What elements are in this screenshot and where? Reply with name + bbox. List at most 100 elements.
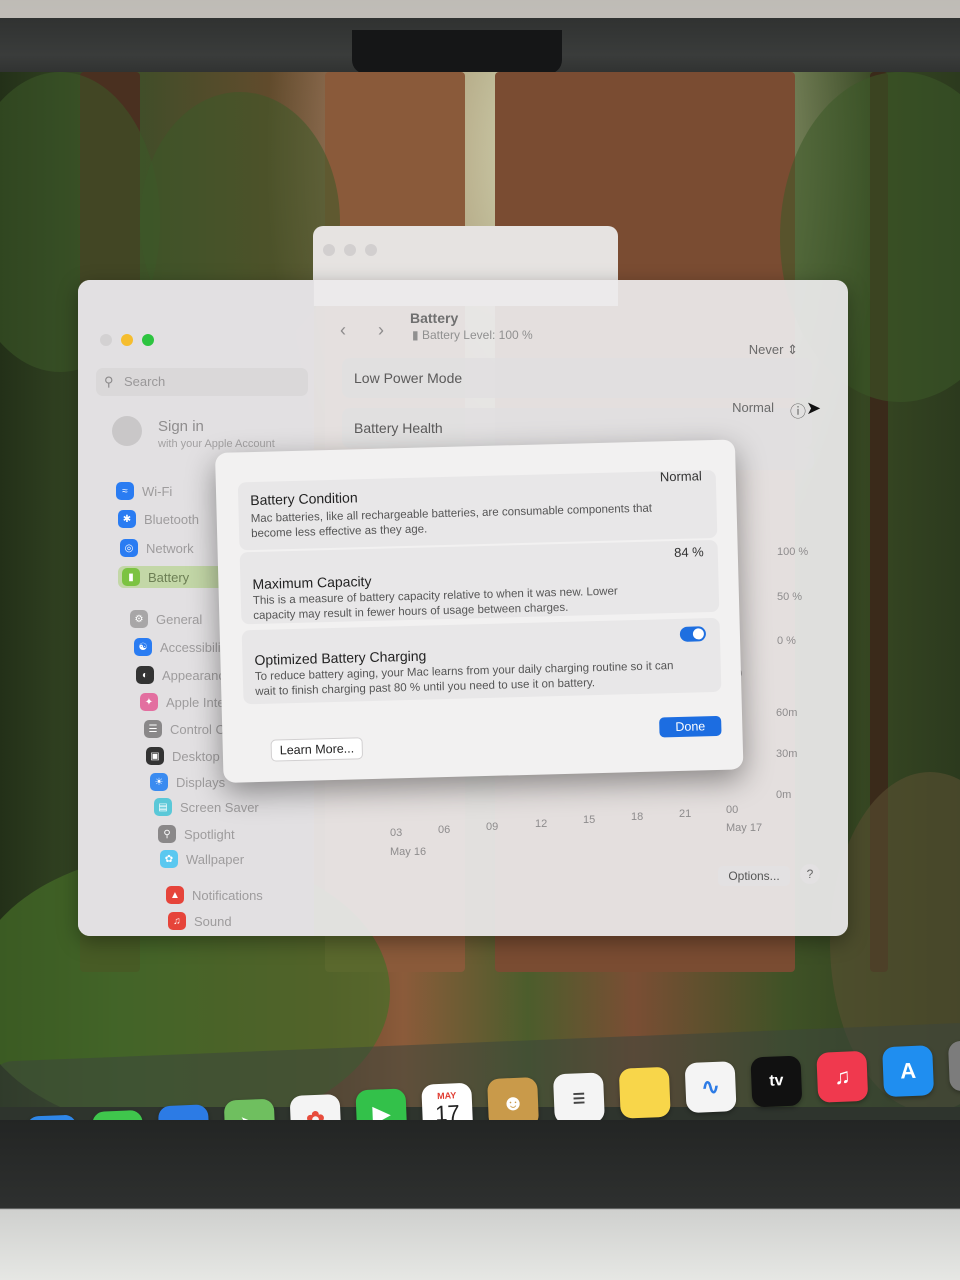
background-wall — [0, 0, 960, 18]
optimized-charging-title: Optimized Battery Charging — [254, 647, 427, 669]
info-button[interactable]: ⓘ — [790, 398, 806, 422]
axis-label-60m: 60m — [776, 707, 798, 719]
zoom-button[interactable] — [142, 334, 154, 346]
axis-label-100: 100 % — [777, 546, 809, 558]
speaker-icon: ♫ — [168, 912, 186, 930]
page-subtitle: ▮ Battery Level: 100 % — [412, 328, 533, 342]
battery-health-value: Normal — [732, 400, 774, 415]
sidebar-item-desktop-dock[interactable]: ▣ Desktop & — [146, 745, 232, 767]
sidebar-item-bluetooth[interactable]: ✱ Bluetooth — [118, 508, 199, 530]
x-tick: 00 — [726, 804, 739, 816]
forward-button[interactable]: › — [378, 320, 384, 341]
sidebar-item-label: Battery — [148, 569, 190, 585]
sidebar-item-screen-saver[interactable]: ▤ Screen Saver — [154, 796, 259, 818]
search-placeholder: Search — [124, 374, 166, 389]
optimized-charging-toggle[interactable] — [679, 626, 707, 642]
sidebar-item-wifi[interactable]: ≈ Wi-Fi — [116, 480, 172, 502]
sidebar-item-label: Screen Saver — [180, 799, 259, 815]
close-dot[interactable] — [323, 244, 335, 256]
sidebar-item-spotlight[interactable]: ⚲ Spotlight — [158, 823, 235, 845]
spotlight-icon: ⚲ — [158, 825, 176, 843]
sidebar-item-control-centre[interactable]: ☰ Control Ce — [144, 718, 232, 740]
bell-icon: ▲ — [166, 886, 184, 904]
sidebar-item-label: Sound — [194, 913, 232, 929]
search-icon: ⚲ — [104, 374, 114, 389]
maximum-capacity-card: 84 % Maximum Capacity This is a measure … — [239, 539, 720, 625]
minimize-dot[interactable] — [344, 244, 356, 256]
chevron-updown-icon: ⇕ — [787, 342, 798, 357]
low-power-mode-value: Never — [748, 342, 784, 357]
avatar — [112, 416, 142, 446]
appearance-icon: ◐ — [136, 666, 154, 684]
learn-more-button[interactable]: Learn More... — [270, 737, 364, 762]
mouse-cursor: ➤ — [806, 398, 822, 418]
page-title: Battery — [410, 310, 459, 326]
battery-condition-title: Battery Condition — [250, 489, 358, 509]
apple-intelligence-icon: ✦ — [140, 693, 158, 711]
window-controls — [100, 334, 154, 346]
x-tick: 18 — [631, 811, 644, 823]
x-tick: 06 — [438, 824, 451, 836]
battery-condition-desc: Mac batteries, like all rechargeable bat… — [250, 502, 653, 541]
battery-health-label: Battery Health — [354, 420, 443, 436]
axis-label-0m: 0m — [776, 789, 792, 801]
control-centre-icon: ☰ — [144, 720, 162, 738]
gear-icon: ⚙ — [130, 610, 148, 628]
dock-icon: ▣ — [146, 747, 164, 765]
sidebar-item-label: Appearanc — [162, 667, 225, 683]
back-button[interactable]: ‹ — [340, 320, 346, 341]
sidebar-item-label: General — [156, 611, 203, 627]
x-tick: 09 — [486, 821, 499, 833]
freeform-icon[interactable]: ∿ — [684, 1061, 737, 1114]
sidebar-item-accessibility[interactable]: ☯ Accessibili — [134, 636, 221, 658]
search-input[interactable]: ⚲ Search — [96, 368, 308, 396]
sidebar-item-displays[interactable]: ☀ Displays — [150, 771, 225, 793]
sidebar-item-label: Network — [146, 540, 194, 556]
help-button[interactable]: ? — [800, 864, 820, 884]
bluetooth-icon: ✱ — [118, 510, 136, 528]
sidebar-item-wallpaper[interactable]: ✿ Wallpaper — [160, 848, 244, 870]
x-tick: 12 — [535, 818, 548, 830]
sidebar-item-label: Apple Intel — [166, 694, 228, 710]
system-settings-icon[interactable]: ⚙ — [947, 1039, 960, 1092]
sidebar-item-notifications[interactable]: ▲ Notifications — [166, 884, 263, 906]
close-button[interactable] — [100, 334, 112, 346]
screen-saver-icon: ▤ — [154, 798, 172, 816]
sidebar-item-apple-intelligence[interactable]: ✦ Apple Intel — [140, 691, 227, 713]
done-button[interactable]: Done — [659, 715, 722, 738]
battery-level-icon: ▮ — [412, 328, 419, 342]
date-label-start: May 16 — [390, 846, 427, 858]
sidebar-item-appearance[interactable]: ◐ Appearanc — [136, 664, 225, 686]
battery-condition-value: Normal — [659, 468, 702, 485]
apple-tv-icon[interactable]: tv — [750, 1055, 803, 1108]
battery-health-sheet: Normal Battery Condition Mac batteries, … — [215, 439, 744, 783]
sidebar-item-label: Displays — [176, 774, 226, 790]
low-power-mode-row: Low Power Mode Never ⇕ — [342, 342, 812, 398]
zoom-dot[interactable] — [365, 244, 377, 256]
sidebar-item-sound[interactable]: ♫ Sound — [168, 910, 232, 932]
sidebar-item-label: Spotlight — [184, 826, 235, 842]
minimize-button[interactable] — [121, 334, 133, 346]
sidebar-item-label: Wi-Fi — [142, 483, 173, 499]
wifi-icon: ≈ — [116, 482, 134, 500]
accessibility-icon: ☯ — [134, 638, 152, 656]
low-power-mode-select[interactable]: Never ⇕ — [749, 342, 798, 358]
axis-label-0: 0 % — [777, 635, 796, 647]
globe-icon: ◎ — [120, 539, 138, 557]
reminders-icon[interactable]: ☰ — [552, 1072, 605, 1125]
maximum-capacity-title: Maximum Capacity — [252, 572, 372, 593]
window-controls — [323, 244, 377, 256]
sidebar-item-general[interactable]: ⚙ General — [130, 608, 202, 630]
maximum-capacity-value: 84 % — [673, 544, 704, 561]
axis-label-30m: 30m — [776, 748, 798, 760]
music-icon[interactable]: ♫ — [816, 1050, 869, 1103]
app-store-icon[interactable]: A — [882, 1045, 935, 1098]
sidebar-item-network[interactable]: ◎ Network — [120, 537, 194, 559]
battery-icon: ▮ — [122, 568, 140, 586]
sidebar-item-label: Notifications — [192, 887, 263, 903]
sidebar-item-label: Wallpaper — [186, 851, 245, 867]
options-button[interactable]: Options... — [718, 866, 790, 886]
sidebar-item-label: Bluetooth — [144, 511, 199, 527]
notes-icon[interactable] — [618, 1066, 671, 1119]
sidebar-item-label: Accessibili — [160, 639, 221, 655]
